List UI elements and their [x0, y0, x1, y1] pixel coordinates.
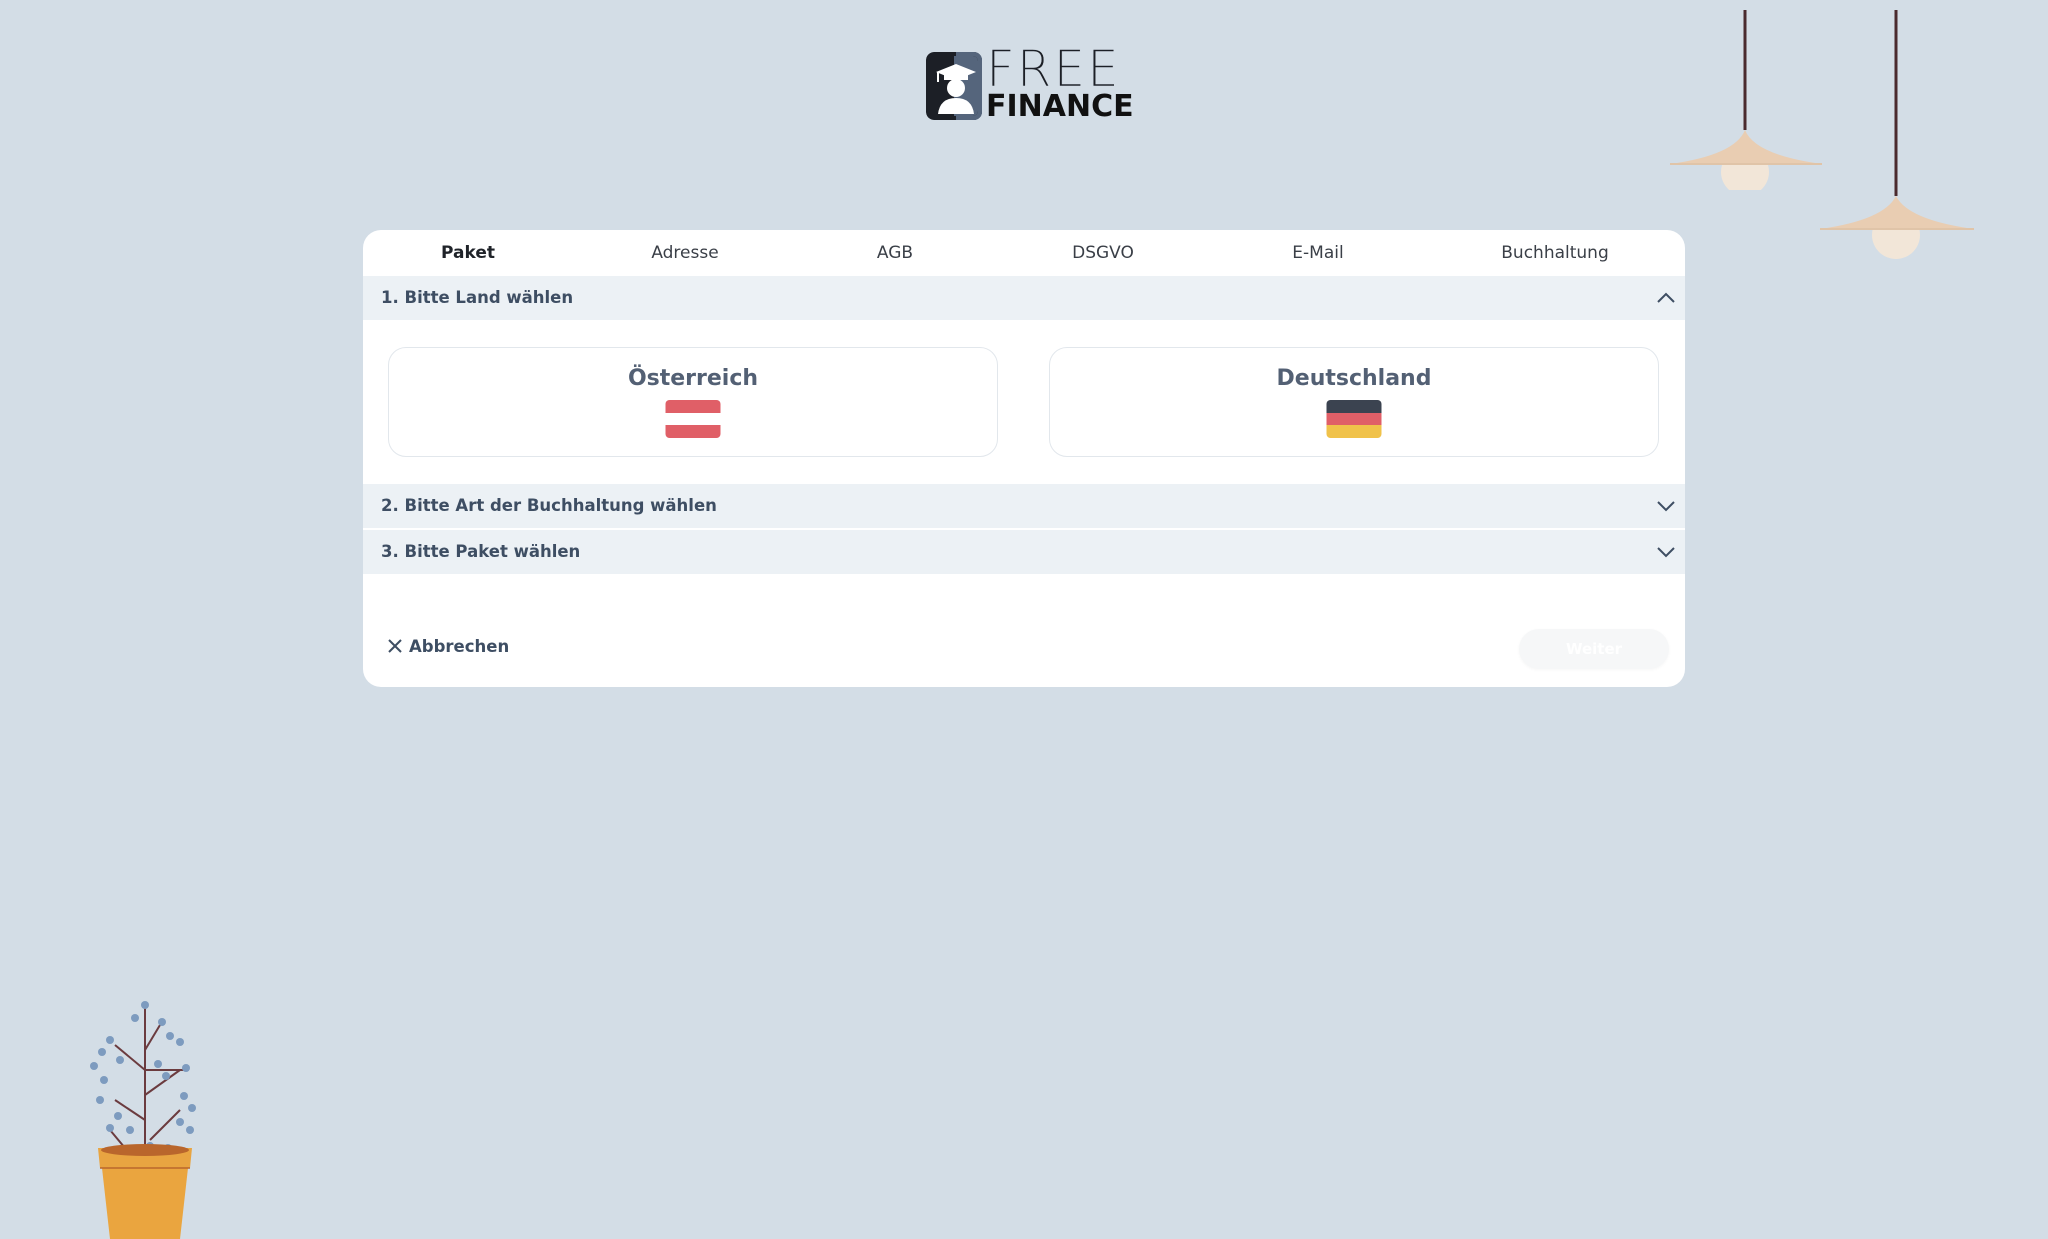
germany-flag-icon: [1326, 400, 1382, 438]
page: FREE FINANCE Paket Adresse AGB DSGVO E-M…: [0, 0, 2048, 1239]
logo-text-finance: FINANCE: [986, 89, 1134, 124]
section-title-paket: 3. Bitte Paket wählen: [381, 542, 581, 561]
registration-card: Paket Adresse AGB DSGVO E-Mail Buchhaltu…: [363, 230, 1685, 687]
section-title-buchhaltung-art: 2. Bitte Art der Buchhaltung wählen: [381, 496, 717, 515]
tab-dsgvo[interactable]: DSGVO: [1072, 230, 1134, 276]
cancel-label: Abbrechen: [409, 636, 510, 656]
ceiling-lamp-right-illustration: [1820, 10, 1974, 259]
section-title-land: 1. Bitte Land wählen: [381, 288, 574, 307]
ceiling-lamp-left-illustration: [1670, 10, 1822, 190]
section-header-buchhaltung-art[interactable]: 2. Bitte Art der Buchhaltung wählen: [363, 484, 1685, 528]
tab-email[interactable]: E-Mail: [1292, 230, 1343, 276]
country-name-austria: Österreich: [627, 366, 759, 391]
chevron-down-icon: [1657, 501, 1675, 512]
next-button[interactable]: Weiter: [1519, 629, 1669, 669]
potted-plant-illustration: [90, 1001, 196, 1239]
tab-paket[interactable]: Paket: [441, 230, 495, 276]
step-tabs: Paket Adresse AGB DSGVO E-Mail Buchhaltu…: [363, 230, 1685, 276]
tab-adresse[interactable]: Adresse: [651, 230, 718, 276]
chevron-down-icon: [1657, 547, 1675, 558]
cancel-button[interactable]: Abbrechen: [387, 634, 509, 658]
tab-agb[interactable]: AGB: [877, 230, 913, 276]
section-header-land[interactable]: 1. Bitte Land wählen: [363, 276, 1685, 320]
graduate-icon: [926, 52, 982, 120]
chevron-up-icon: [1657, 292, 1675, 303]
country-name-germany: Deutschland: [1276, 366, 1432, 391]
section-header-paket[interactable]: 3. Bitte Paket wählen: [363, 530, 1685, 574]
close-icon: [388, 639, 402, 653]
logo-text-free: FREE: [986, 40, 1121, 98]
freefinance-logo: FREE FINANCE: [926, 44, 1134, 122]
austria-flag-icon: [665, 400, 721, 438]
country-option-austria[interactable]: Österreich: [388, 347, 998, 457]
country-option-germany[interactable]: Deutschland: [1049, 347, 1659, 457]
tab-buchhaltung[interactable]: Buchhaltung: [1501, 230, 1608, 276]
